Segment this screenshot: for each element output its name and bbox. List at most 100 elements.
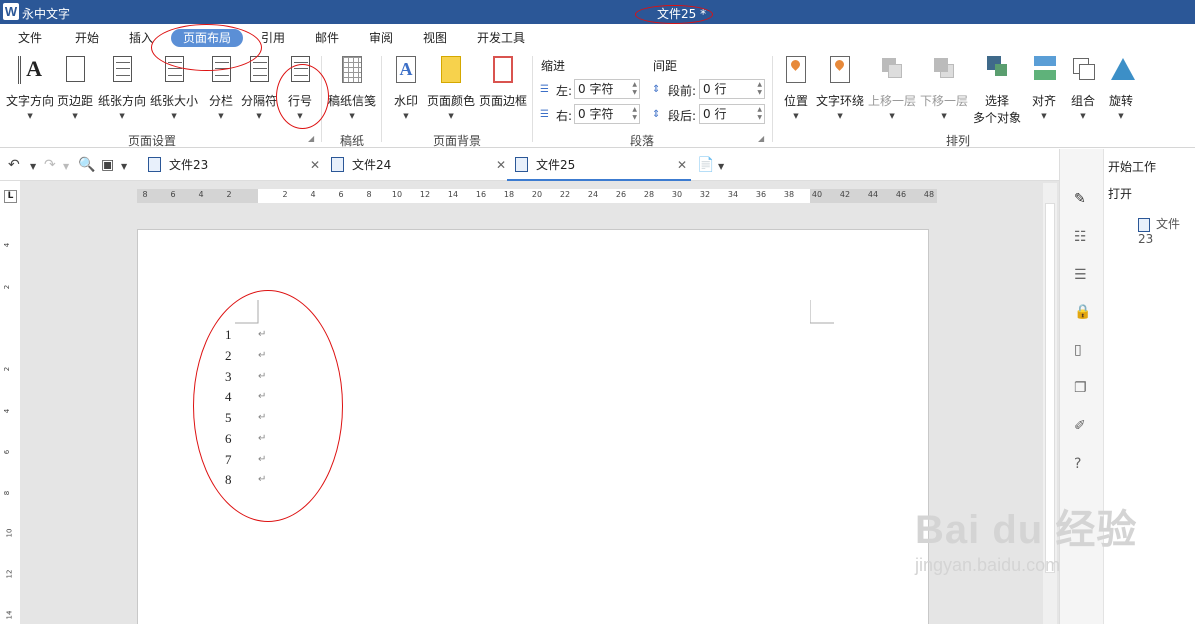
orientation-button[interactable]: 纸张方向 ▼	[98, 54, 146, 120]
chevron-down-icon[interactable]: ▼	[63, 162, 69, 171]
bring-forward-button[interactable]: 上移一层 ▼	[868, 54, 916, 120]
ruler-tick: 2	[3, 284, 12, 290]
close-icon[interactable]: ✕	[310, 149, 320, 181]
menu-view[interactable]: 视图	[423, 29, 447, 47]
ruler-tick: 16	[475, 190, 487, 199]
text-wrap-button[interactable]: 文字环绕 ▼	[816, 54, 864, 120]
spacing-after-icon: ⇕	[652, 109, 661, 120]
rotate-button[interactable]: 旋转 ▼	[1107, 54, 1135, 120]
task-pane-title: 开始工作	[1108, 160, 1157, 174]
redo-icon[interactable]: ↷	[44, 157, 56, 173]
edit-icon[interactable]: ✐	[1074, 418, 1086, 434]
ruler-tick: 20	[531, 190, 543, 199]
background-group-label: 页面背景	[433, 134, 482, 148]
ruler-tick: 6	[3, 449, 12, 455]
ruler-tick: 14	[447, 190, 459, 199]
recent-file-item[interactable]: 文件23	[1138, 215, 1195, 246]
chevron-down-icon[interactable]: ▼	[718, 162, 724, 171]
tab-document-25[interactable]: 文件25 ✕	[507, 149, 691, 181]
chevron-down-icon[interactable]: ▼	[30, 162, 36, 171]
margins-icon	[61, 54, 89, 86]
watermark-icon: A	[392, 54, 420, 86]
spinner-icon[interactable]: ▲ ▼	[632, 106, 637, 122]
new-document-icon[interactable]: 📄	[697, 157, 714, 173]
dialog-launcher-icon[interactable]: ◢	[308, 134, 314, 143]
chevron-down-icon: ▼	[27, 112, 33, 120]
tab-document-24[interactable]: 文件24 ✕	[331, 149, 507, 181]
copy-icon[interactable]: ❐	[1074, 380, 1087, 396]
menu-review[interactable]: 审阅	[369, 29, 393, 47]
chevron-down-icon: ▼	[941, 112, 947, 120]
group-icon	[1069, 54, 1097, 86]
spacing-before-field[interactable]: 0 行 ▲ ▼	[699, 79, 765, 99]
horizontal-ruler[interactable]: 8 6 4 2 2 4 6 8 10 12 14 16 18 20 22 24 …	[137, 189, 937, 203]
ruler-tick: 12	[5, 569, 14, 579]
indent-right-field[interactable]: 0 字符 ▲ ▼	[574, 104, 640, 124]
ruler-tick: 32	[699, 190, 711, 199]
align-button[interactable]: 对齐 ▼	[1030, 54, 1058, 120]
group-divider	[532, 56, 533, 142]
indent-left-label: 左:	[556, 84, 573, 98]
annotation-ellipse	[276, 64, 329, 129]
orientation-icon	[108, 54, 136, 86]
rotate-icon	[1107, 54, 1135, 86]
page-color-button[interactable]: 页面颜色 ▼	[427, 54, 475, 120]
send-backward-button[interactable]: 下移一层 ▼	[920, 54, 968, 120]
spinner-icon[interactable]: ▲ ▼	[632, 81, 637, 97]
indent-left-field[interactable]: 0 字符 ▲ ▼	[574, 79, 640, 99]
print-preview-icon[interactable]: 🔍	[78, 157, 95, 173]
chevron-down-icon: ▼	[837, 112, 843, 120]
watermark-button[interactable]: A 水印 ▼	[392, 54, 420, 120]
vertical-ruler[interactable]: 4 2 2 4 6 8 10 12 14	[3, 213, 19, 624]
tab-stop-selector[interactable]: L	[4, 190, 17, 203]
tab-document-23[interactable]: 文件23 ✕	[148, 149, 324, 181]
spinner-icon[interactable]: ▲ ▼	[757, 81, 762, 97]
breaks-button[interactable]: 分隔符 ▼	[241, 54, 277, 120]
ruler-tick: 4	[198, 190, 204, 199]
ruler-tick: 4	[3, 408, 12, 414]
close-icon[interactable]: ✕	[496, 149, 506, 181]
ruler-tick: 8	[366, 190, 372, 199]
indent-label: 缩进	[541, 59, 566, 73]
manuscript-group-label: 稿纸	[340, 134, 365, 148]
dialog-launcher-icon[interactable]: ◢	[758, 134, 764, 143]
ruler-tick: 38	[783, 190, 795, 199]
chevron-down-icon: ▼	[171, 112, 177, 120]
lock-icon[interactable]: 🔒	[1074, 304, 1091, 320]
select-objects-icon	[983, 54, 1011, 86]
manuscript-button[interactable]: 稿纸信笺 ▼	[328, 54, 376, 120]
ruler-tick: 30	[671, 190, 683, 199]
select-objects-button[interactable]: 选择 多个对象	[973, 54, 1021, 126]
menu-mailings[interactable]: 邮件	[315, 29, 339, 47]
group-button[interactable]: 组合 ▼	[1069, 54, 1097, 120]
settings-sliders-icon[interactable]: ☷	[1074, 229, 1087, 245]
spinner-icon[interactable]: ▲ ▼	[757, 106, 762, 122]
help-icon[interactable]: ?	[1074, 456, 1081, 472]
ruler-tick: 6	[170, 190, 176, 199]
menu-file[interactable]: 文件	[18, 29, 42, 47]
position-button[interactable]: 位置 ▼	[782, 54, 810, 120]
menu-insert[interactable]: 插入	[129, 29, 153, 47]
indent-right-label: 右:	[556, 109, 573, 123]
clipboard-icon[interactable]: ▯	[1074, 342, 1082, 358]
paragraph-group-label: 段落	[630, 134, 655, 148]
page-color-icon	[437, 54, 465, 86]
pencil-icon[interactable]: ✎	[1074, 191, 1086, 207]
document-icon	[148, 157, 161, 172]
menu-references[interactable]: 引用	[261, 29, 285, 47]
page-border-button[interactable]: 页面边框	[479, 54, 527, 109]
menu-home[interactable]: 开始	[75, 29, 99, 47]
menu-developer[interactable]: 开发工具	[477, 29, 525, 47]
styles-icon[interactable]: ☰	[1074, 267, 1087, 283]
chevron-down-icon: ▼	[448, 112, 454, 120]
text-direction-button[interactable]: A 文字方向 ▼	[6, 54, 54, 120]
chevron-down-icon: ▼	[1080, 112, 1086, 120]
chevron-down-icon: ▼	[793, 112, 799, 120]
spacing-after-field[interactable]: 0 行 ▲ ▼	[699, 104, 765, 124]
chevron-down-icon[interactable]: ▼	[121, 162, 127, 171]
margins-button[interactable]: 页边距 ▼	[57, 54, 93, 120]
group-divider	[381, 56, 382, 142]
close-icon[interactable]: ✕	[677, 149, 687, 181]
save-icon[interactable]: ▣	[101, 157, 114, 173]
undo-icon[interactable]: ↶	[8, 157, 20, 173]
